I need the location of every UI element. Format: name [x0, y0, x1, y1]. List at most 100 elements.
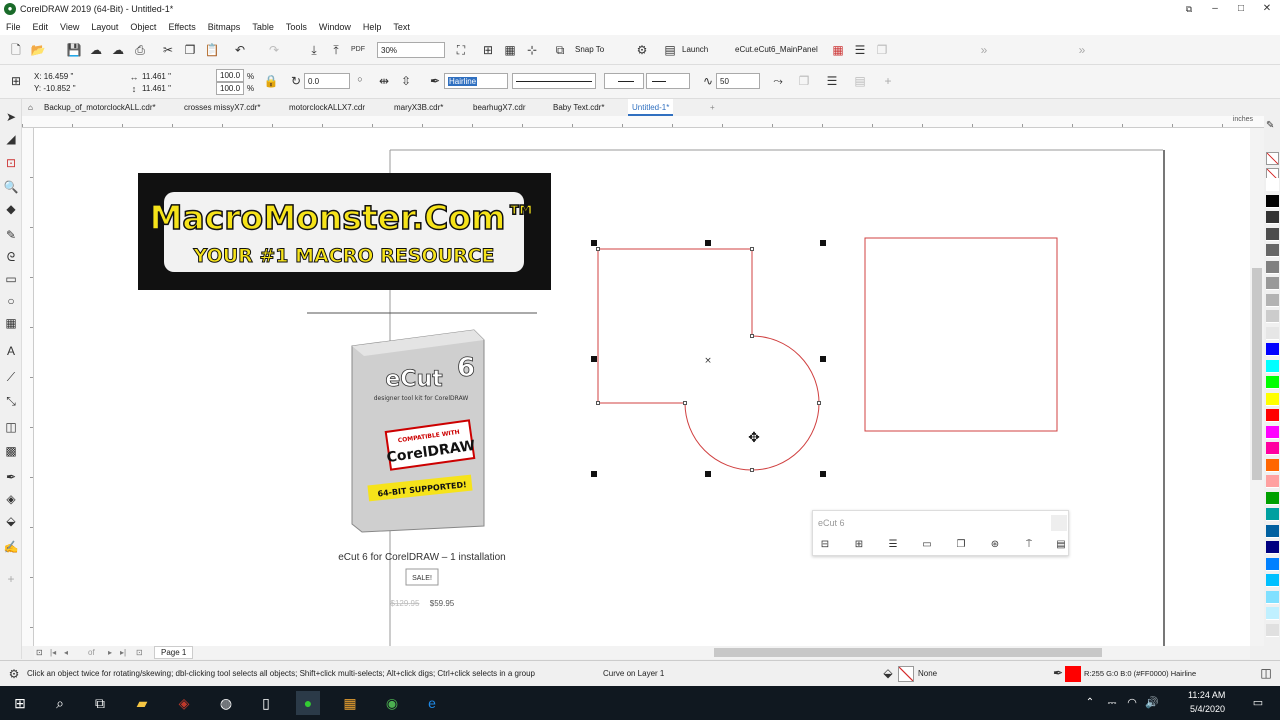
- zoom-tool-icon[interactable]: 🔍: [3, 179, 19, 195]
- options-gear-icon[interactable]: ⚙: [634, 42, 650, 58]
- palette-swatch[interactable]: [1266, 260, 1279, 274]
- object-origin-icon[interactable]: ⊞: [8, 73, 24, 89]
- palette-swatch[interactable]: [1266, 458, 1279, 472]
- file-explorer-icon[interactable]: ▰: [130, 691, 154, 715]
- palette-swatch[interactable]: [1266, 392, 1279, 406]
- polygon-tool-icon[interactable]: ▦: [3, 315, 19, 331]
- rectangle-tool-icon[interactable]: ▭: [3, 271, 19, 287]
- close-curve-icon[interactable]: ⤳: [770, 73, 786, 89]
- cloud-upload-icon[interactable]: ☁: [88, 42, 104, 58]
- menu-help[interactable]: Help: [357, 22, 388, 32]
- outline-pen-tool-icon[interactable]: ✍: [3, 539, 19, 555]
- palette-swatch[interactable]: [1266, 590, 1279, 604]
- chrome-icon[interactable]: ◉: [380, 691, 404, 715]
- task-view-icon[interactable]: ⧉: [88, 691, 112, 715]
- y-position-field[interactable]: Y: -10.852 ": [34, 84, 76, 93]
- menu-edit[interactable]: Edit: [27, 22, 55, 32]
- launch-icon[interactable]: ▤: [662, 42, 678, 58]
- smoothing-field[interactable]: 50: [716, 73, 760, 89]
- scale-height-field[interactable]: 100.0: [216, 82, 244, 95]
- cloud-download-icon[interactable]: ☁: [110, 42, 126, 58]
- toolbar-overflow-2-icon[interactable]: »: [1074, 42, 1090, 58]
- new-document-icon[interactable]: 🗋: [8, 42, 24, 58]
- volume-icon[interactable]: 🔊: [1140, 691, 1164, 715]
- windows-start-icon[interactable]: ⊞: [8, 691, 32, 715]
- menu-table[interactable]: Table: [246, 22, 280, 32]
- paste-icon[interactable]: 📋: [204, 42, 220, 58]
- shape-tool-icon[interactable]: ◢: [3, 131, 19, 147]
- toolbar-overflow-icon[interactable]: »: [976, 42, 992, 58]
- export-icon[interactable]: ⤒: [328, 42, 344, 58]
- height-field[interactable]: 11.461 ": [142, 84, 171, 93]
- tab-crosses-missyx7[interactable]: crosses missyX7.cdr*: [180, 99, 264, 116]
- macro-button[interactable]: eCut.eCut6_MainPanel: [735, 45, 818, 54]
- redo-icon[interactable]: ↷: [266, 42, 282, 58]
- snap-to-icon[interactable]: ⧉: [552, 42, 568, 58]
- selection-handle-bc[interactable]: [705, 471, 711, 477]
- restore-panel-icon[interactable]: ⧉: [1176, 0, 1202, 18]
- selection-handle-tc[interactable]: [705, 240, 711, 246]
- import-icon[interactable]: ⤓: [306, 42, 322, 58]
- tab-backup-motorclockall[interactable]: Backup_of_motorclockALL.cdr*: [40, 99, 160, 116]
- menu-effects[interactable]: Effects: [162, 22, 201, 32]
- end-arrowhead-select[interactable]: [646, 73, 690, 89]
- coreldraw-active-icon[interactable]: ●: [296, 691, 320, 715]
- quick-customize-icon[interactable]: +: [3, 571, 19, 587]
- interactive-fill-tool-icon[interactable]: ◈: [3, 491, 19, 507]
- ellipse-tool-icon[interactable]: ○: [3, 293, 19, 309]
- menu-object[interactable]: Object: [124, 22, 162, 32]
- palette-swatch[interactable]: [1266, 376, 1279, 389]
- taskbar-time[interactable]: 11:24 AM: [1188, 690, 1225, 700]
- coreldraw-taskbar-icon[interactable]: ◈: [172, 691, 196, 715]
- connector-tool-icon[interactable]: ⤡: [3, 393, 19, 409]
- new-tab-icon[interactable]: +: [706, 99, 719, 116]
- show-guidelines-icon[interactable]: ⊹: [524, 42, 540, 58]
- photo-app-icon[interactable]: ◍: [214, 691, 238, 715]
- page-last-icon[interactable]: ▸|: [120, 647, 126, 658]
- menu-window[interactable]: Window: [313, 22, 357, 32]
- palette-swatch[interactable]: [1266, 211, 1279, 224]
- selection-handle-bl[interactable]: [591, 471, 597, 477]
- print-icon[interactable]: ⎙: [132, 42, 148, 58]
- palette-swatch[interactable]: [1266, 178, 1279, 191]
- macro-list-icon[interactable]: ☰: [852, 42, 868, 58]
- add-icon[interactable]: +: [880, 73, 896, 89]
- menu-file[interactable]: File: [0, 22, 27, 32]
- page-prev-first-icon[interactable]: |◂: [50, 647, 56, 658]
- wrap-text-icon[interactable]: ❐: [796, 73, 812, 89]
- artistic-media-tool-icon[interactable]: ᘓ: [3, 249, 19, 265]
- page-1-tab[interactable]: Page 1: [154, 646, 194, 659]
- palette-swatch[interactable]: [1266, 607, 1279, 620]
- parallel-dimension-tool-icon[interactable]: ⟋: [3, 369, 19, 385]
- x-position-field[interactable]: X: 16.459 ": [34, 72, 73, 81]
- scale-width-field[interactable]: 100.0: [216, 69, 244, 82]
- palette-swatch[interactable]: [1266, 442, 1279, 455]
- menu-view[interactable]: View: [54, 22, 85, 32]
- ecut-tool-6-icon[interactable]: ⊛: [987, 537, 1003, 553]
- snap-to-dropdown[interactable]: Snap To: [575, 45, 604, 54]
- tab-motorclockallx7[interactable]: motorclockALLX7.cdr: [285, 99, 369, 116]
- to-front-icon[interactable]: ▤: [852, 73, 868, 89]
- palette-swatch[interactable]: [1266, 227, 1279, 241]
- page-first-icon[interactable]: ⊡: [36, 647, 43, 658]
- rotation-field[interactable]: 0.0: [304, 73, 350, 89]
- palette-swatch[interactable]: [1266, 194, 1279, 208]
- full-screen-icon[interactable]: ⛶: [453, 42, 469, 58]
- palette-swatch[interactable]: [1266, 425, 1279, 439]
- curve-node[interactable]: [596, 247, 600, 251]
- macro-window-icon[interactable]: ❐: [874, 42, 890, 58]
- palette-swatch[interactable]: [1266, 359, 1279, 373]
- macro-calendar-icon[interactable]: ▦: [830, 42, 846, 58]
- tab-baby-text[interactable]: Baby Text.cdr*: [549, 99, 608, 116]
- notifications-icon[interactable]: ▭: [1246, 691, 1270, 715]
- palette-swatch[interactable]: [1266, 508, 1279, 521]
- save-icon[interactable]: 💾: [66, 42, 82, 58]
- ecut-menu-icon[interactable]: ▤: [1053, 537, 1069, 553]
- palette-swatch[interactable]: [1266, 343, 1279, 356]
- ecut-tool-3-icon[interactable]: ☰: [885, 537, 901, 553]
- selection-handle-mr[interactable]: [820, 356, 826, 362]
- taskbar-search-icon[interactable]: ⌕: [48, 691, 72, 715]
- curve-node[interactable]: [817, 401, 821, 405]
- copy-icon[interactable]: ❐: [182, 42, 198, 58]
- show-hidden-icons-icon[interactable]: ⌃: [1078, 691, 1102, 715]
